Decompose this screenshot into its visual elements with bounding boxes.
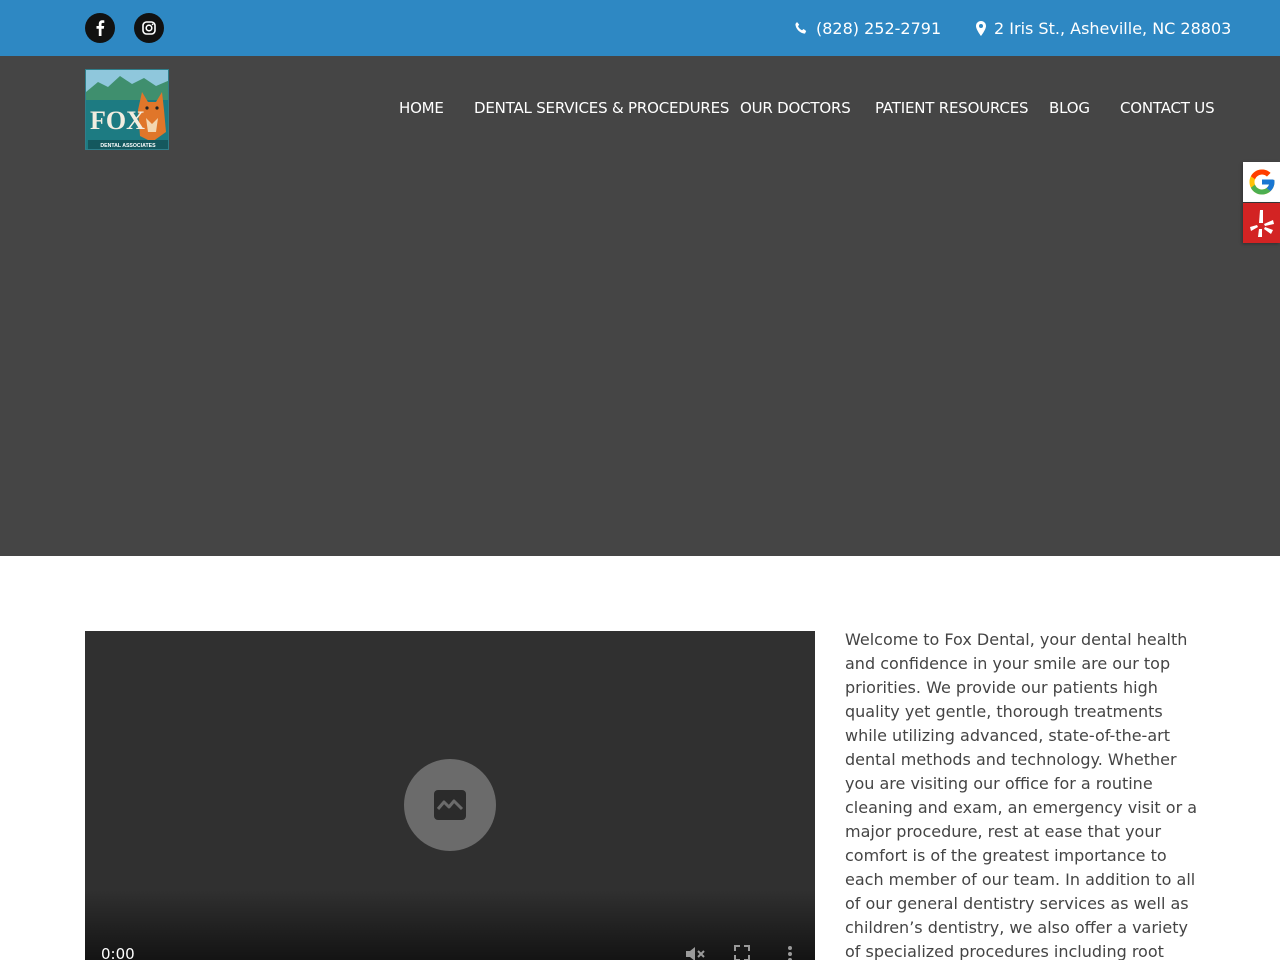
nav-patient-resources[interactable]: PATIENT RESOURCES — [875, 99, 1029, 117]
yelp-icon — [1249, 210, 1274, 237]
phone-number: (828) 252-2791 — [816, 18, 942, 38]
google-icon — [1249, 169, 1274, 195]
logo-brand: FOX — [90, 106, 145, 135]
mute-button[interactable] — [685, 945, 705, 960]
nav-contact-us[interactable]: CONTACT US — [1120, 99, 1215, 117]
google-review-badge[interactable] — [1243, 162, 1280, 202]
broken-image-icon — [434, 790, 466, 820]
video-player[interactable]: 0:00 — [85, 631, 815, 960]
site-logo[interactable]: FOX DENTAL ASSOCIATES — [85, 69, 169, 150]
top-bar: (828) 252-2791 2 Iris St., Asheville, NC… — [0, 0, 1280, 56]
fullscreen-icon — [734, 945, 750, 960]
more-vertical-icon — [788, 946, 792, 960]
intro-paragraph: Welcome to Fox Dental, your dental healt… — [845, 630, 1198, 960]
instagram-icon — [142, 21, 156, 35]
facebook-link[interactable] — [85, 13, 115, 43]
nav-blog[interactable]: BLOG — [1049, 99, 1090, 117]
nav-dental-services[interactable]: DENTAL SERVICES & PROCEDURES — [474, 99, 729, 117]
map-marker-icon — [976, 20, 986, 36]
fox-logo-art: FOX DENTAL ASSOCIATES — [86, 70, 168, 149]
nav-home[interactable]: HOME — [399, 99, 444, 117]
video-placeholder-button[interactable] — [404, 759, 496, 851]
mute-icon — [686, 947, 705, 960]
phone-link[interactable]: (828) 252-2791 — [794, 17, 941, 39]
phone-icon — [795, 22, 807, 34]
logo-subtitle: DENTAL ASSOCIATES — [100, 143, 156, 149]
address-link[interactable]: 2 Iris St., Asheville, NC 28803 — [976, 17, 1231, 39]
yelp-review-badge[interactable] — [1243, 203, 1280, 243]
hero-banner — [0, 56, 1280, 556]
instagram-link[interactable] — [134, 13, 164, 43]
video-controls-shade — [85, 890, 815, 960]
address-text: 2 Iris St., Asheville, NC 28803 — [994, 18, 1232, 38]
fullscreen-button[interactable] — [734, 945, 750, 960]
video-more-button[interactable] — [787, 945, 793, 960]
video-time: 0:00 — [101, 945, 135, 960]
nav-our-doctors[interactable]: OUR DOCTORS — [740, 99, 851, 117]
facebook-icon — [96, 20, 105, 36]
